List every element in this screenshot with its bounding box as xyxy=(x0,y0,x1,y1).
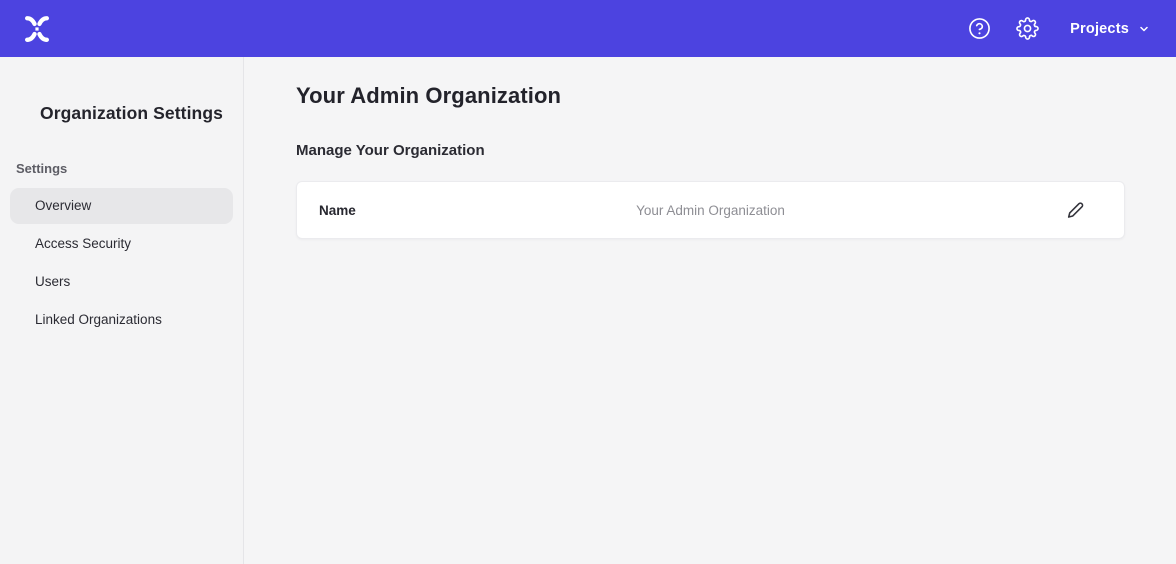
topbar-actions: Projects xyxy=(966,16,1150,42)
sidebar-section-label: Settings xyxy=(16,161,243,176)
projects-label: Projects xyxy=(1070,21,1129,37)
name-field-value: Your Admin Organization xyxy=(636,203,785,218)
page-title: Your Admin Organization xyxy=(296,83,1176,109)
sidebar-item-overview[interactable]: Overview xyxy=(10,188,233,224)
sidebar-item-access-security[interactable]: Access Security xyxy=(10,226,233,262)
main-content: Your Admin Organization Manage Your Orga… xyxy=(244,57,1176,564)
x-logo[interactable] xyxy=(20,12,54,46)
x-logo-icon xyxy=(22,14,52,44)
help-button[interactable] xyxy=(966,16,992,42)
edit-name-button[interactable] xyxy=(1064,199,1086,221)
section-title: Manage Your Organization xyxy=(296,142,1176,159)
sidebar-title: Organization Settings xyxy=(0,57,243,124)
gear-icon xyxy=(1016,17,1039,40)
page-shell: Organization Settings Settings OverviewA… xyxy=(0,57,1176,564)
chevron-down-icon xyxy=(1138,23,1150,35)
pencil-icon xyxy=(1065,200,1086,221)
sidebar: Organization Settings Settings OverviewA… xyxy=(0,57,244,564)
projects-dropdown[interactable]: Projects xyxy=(1070,21,1150,37)
help-circle-icon xyxy=(968,17,991,40)
sidebar-item-users[interactable]: Users xyxy=(10,264,233,300)
sidebar-item-linked-organizations[interactable]: Linked Organizations xyxy=(10,302,233,338)
organization-name-card: Name Your Admin Organization xyxy=(296,181,1125,239)
topbar: Projects xyxy=(0,0,1176,57)
sidebar-nav: OverviewAccess SecurityUsersLinked Organ… xyxy=(0,188,243,338)
settings-button[interactable] xyxy=(1014,16,1040,42)
name-field-label: Name xyxy=(319,203,356,218)
